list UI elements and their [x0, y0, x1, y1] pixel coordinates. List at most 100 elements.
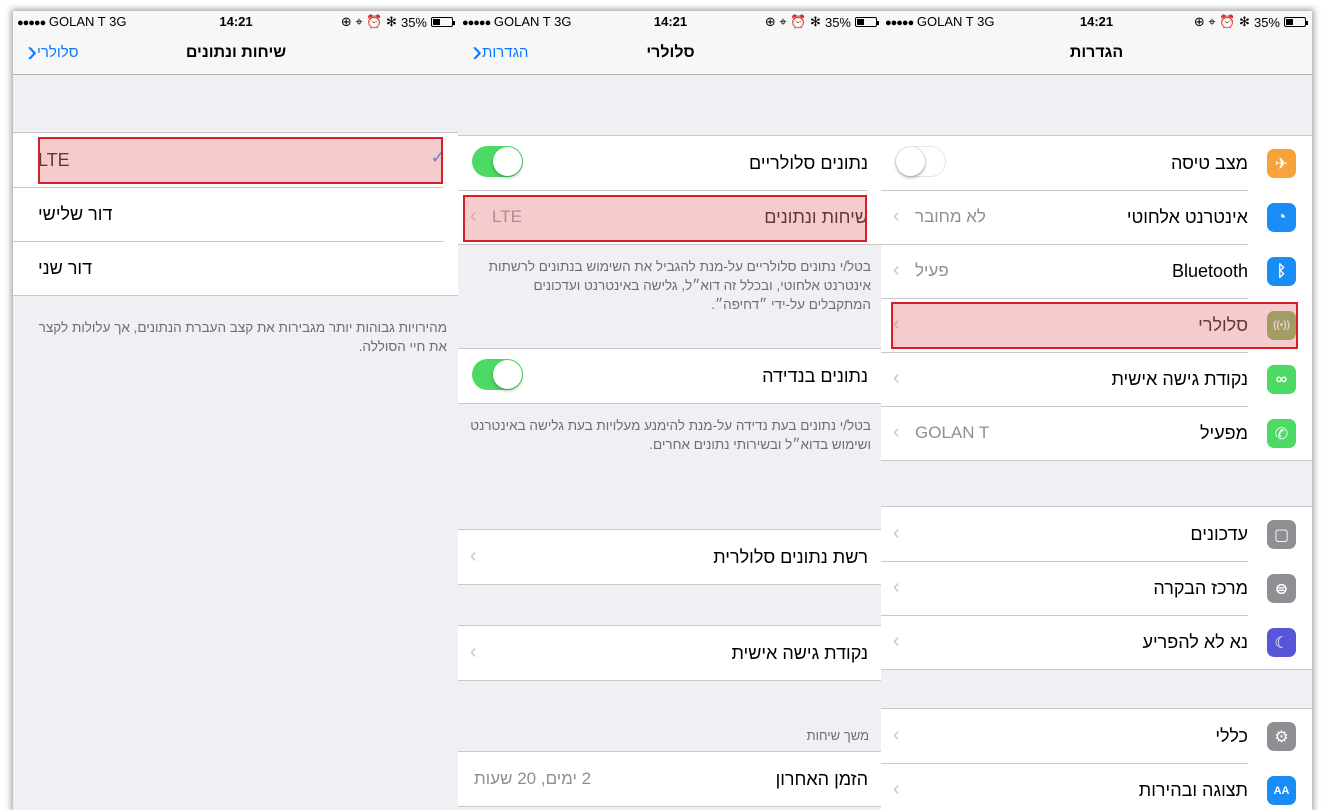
row-label: נתונים סלולריים — [748, 153, 868, 173]
page-title: שיחות ונתונים — [185, 44, 287, 61]
panel-voice-data: ●●●●● GOLAN T 3G 14:21 ⊕ ⌖ ⏰ ✻ 35% סלולרי… — [13, 11, 459, 810]
chevron-right-icon: › — [893, 630, 900, 652]
roaming-toggle[interactable] — [472, 359, 523, 390]
section-footer: בטל/י נתונים בעת נדידה על-מנת להימנע מעל… — [470, 418, 871, 452]
battery-percent: 35% — [1253, 14, 1280, 30]
settings-group-connectivity: ✈ מצב טיסה ◔ אינטרנט אלחוטי לא מחובר › ᛒ… — [881, 135, 1312, 461]
control-center-row[interactable]: ⊜ מרכז הבקרה › — [881, 561, 1312, 615]
row-value: LTE — [492, 207, 522, 226]
carrier-name: GOLAN T — [916, 14, 974, 29]
wifi-row[interactable]: ◔ אינטרנט אלחוטי לא מחובר › — [881, 190, 1312, 244]
chevron-right-icon: › — [893, 313, 900, 335]
panel-cellular: ●●●●● GOLAN T 3G 14:21 ⊕ ⌖ ⏰ ✻ 35% הגדרות… — [458, 11, 883, 810]
status-icons: ⊕ ⌖ ⏰ ✻ — [340, 14, 397, 29]
airplane-icon: ✈ — [1267, 149, 1296, 178]
row-label: תצוגה ובהירות — [1138, 780, 1248, 800]
cellular-row[interactable]: ((•)) סלולרי › — [881, 298, 1312, 352]
settings-group-system: ▢ עדכונים › ⊜ מרכז הבקרה › ☾ נא לא להפרי… — [881, 506, 1312, 670]
row-label: מפעיל — [1199, 423, 1248, 443]
notifications-icon: ▢ — [1267, 520, 1296, 549]
battery-percent: 35% — [400, 14, 427, 30]
chevron-right-icon: › — [893, 576, 900, 598]
page-title: סלולרי — [646, 44, 695, 61]
option-label: דור שלישי — [38, 204, 113, 224]
display-row[interactable]: AA תצוגה ובהירות › — [881, 763, 1312, 810]
row-label: שיחות ונתונים — [764, 207, 868, 227]
option-2g[interactable]: דור שני — [13, 241, 459, 295]
hotspot-row[interactable]: ∞ נקודת גישה אישית › — [881, 352, 1312, 406]
row-label: אינטרנט אלחוטי — [1126, 207, 1248, 227]
airplane-mode-toggle[interactable] — [895, 146, 946, 177]
cellular-network-row[interactable]: רשת נתונים סלולרית › — [458, 530, 883, 584]
control-center-icon: ⊜ — [1267, 574, 1296, 603]
section-header: משך שיחות — [806, 728, 869, 743]
general-row[interactable]: ⚙ כללי › — [881, 709, 1312, 763]
nav-bar: הגדרות ‹ סלולרי — [458, 31, 883, 75]
carrier-name: GOLAN T — [48, 14, 106, 29]
display-icon: AA — [1267, 776, 1296, 805]
option-3g[interactable]: דור שלישי — [13, 187, 459, 241]
cellular-group: נתונים סלולריים שיחות ונתונים LTE › — [458, 135, 883, 245]
row-label: נתונים בנדידה — [762, 366, 868, 386]
network-options-list: LTE ✓ דור שלישי דור שני — [13, 132, 459, 296]
section-footer: בטל/י נתונים סלולריים על-מנת להגביל את ה… — [488, 259, 871, 312]
checkmark-icon: ✓ — [430, 148, 445, 167]
panel-settings: ●●●●● GOLAN T 3G 14:21 ⊕ ⌖ ⏰ ✻ 35% הגדרות… — [881, 11, 1312, 810]
row-label: הזמן האחרון — [775, 769, 868, 789]
status-icons: ⊕ ⌖ ⏰ ✻ — [1193, 14, 1250, 29]
row-label: רשת נתונים סלולרית — [713, 547, 868, 567]
chevron-right-icon: › — [893, 778, 900, 800]
chevron-right-icon: › — [893, 724, 900, 746]
call-time-group: הזמן האחרון 2 ימים, 20 שעות — [458, 751, 883, 807]
battery-icon — [1284, 17, 1308, 27]
cellular-data-row[interactable]: נתונים סלולריים — [458, 136, 883, 190]
row-label: מרכז הבקרה — [1153, 578, 1248, 598]
row-label: נקודת גישה אישית — [731, 643, 868, 663]
status-bar: ●●●●● GOLAN T 3G 14:21 ⊕ ⌖ ⏰ ✻ 35% — [881, 11, 1312, 31]
chevron-right-icon: › — [470, 205, 477, 227]
chevron-right-icon: › — [893, 367, 900, 389]
hotspot-row[interactable]: נקודת גישה אישית › — [458, 626, 883, 680]
network-type: 3G — [109, 14, 127, 29]
chevron-right-icon: › — [893, 522, 900, 544]
status-icons: ⊕ ⌖ ⏰ ✻ — [764, 14, 821, 29]
row-label: סלולרי — [1198, 315, 1248, 335]
cellular-icon: ((•)) — [1267, 311, 1296, 340]
chevron-right-icon: › — [470, 545, 477, 567]
do-not-disturb-row[interactable]: ☾ נא לא להפריע › — [881, 615, 1312, 669]
roaming-row[interactable]: נתונים בנדידה — [458, 349, 883, 403]
row-label: Bluetooth — [1171, 261, 1248, 281]
signal-dots: ●●●●● — [462, 17, 491, 29]
carrier-row[interactable]: ✆ מפעיל GOLAN T › — [881, 406, 1312, 460]
voice-data-row[interactable]: שיחות ונתונים LTE › — [458, 190, 883, 244]
bluetooth-icon: ᛒ — [1267, 257, 1296, 286]
hotspot-icon: ∞ — [1267, 365, 1296, 394]
last-time-row: הזמן האחרון 2 ימים, 20 שעות — [458, 752, 883, 806]
row-label: כללי — [1215, 726, 1248, 746]
notifications-row[interactable]: ▢ עדכונים › — [881, 507, 1312, 561]
row-label: נקודת גישה אישית — [1111, 369, 1248, 389]
row-value: פעיל — [915, 261, 949, 280]
battery-percent: 35% — [824, 14, 851, 30]
status-time: 14:21 — [1079, 14, 1114, 29]
chevron-right-icon: › — [893, 259, 900, 281]
airplane-mode-row[interactable]: ✈ מצב טיסה — [881, 136, 1312, 190]
row-label: נא לא להפריע — [1142, 632, 1248, 652]
battery-icon — [855, 17, 879, 27]
settings-group-general: ⚙ כללי › AA תצוגה ובהירות › — [881, 708, 1312, 810]
screenshot-frame: ●●●●● GOLAN T 3G 14:21 ⊕ ⌖ ⏰ ✻ 35% סלולרי… — [13, 11, 1312, 810]
option-lte[interactable]: LTE ✓ — [13, 133, 459, 187]
network-type: 3G — [554, 14, 572, 29]
row-value: 2 ימים, 20 שעות — [474, 769, 592, 788]
network-type: 3G — [977, 14, 995, 29]
nav-bar: סלולרי ‹ שיחות ונתונים — [13, 31, 459, 75]
bluetooth-row[interactable]: ᛒ Bluetooth פעיל › — [881, 244, 1312, 298]
option-label: LTE — [38, 150, 70, 170]
option-label: דור שני — [38, 258, 93, 278]
phone-icon: ✆ — [1267, 419, 1296, 448]
cellular-data-toggle[interactable] — [472, 146, 523, 177]
nav-bar: הגדרות — [881, 31, 1312, 75]
signal-dots: ●●●●● — [885, 17, 914, 29]
row-label: מצב טיסה — [1170, 153, 1248, 173]
page-title: הגדרות — [1069, 44, 1124, 61]
